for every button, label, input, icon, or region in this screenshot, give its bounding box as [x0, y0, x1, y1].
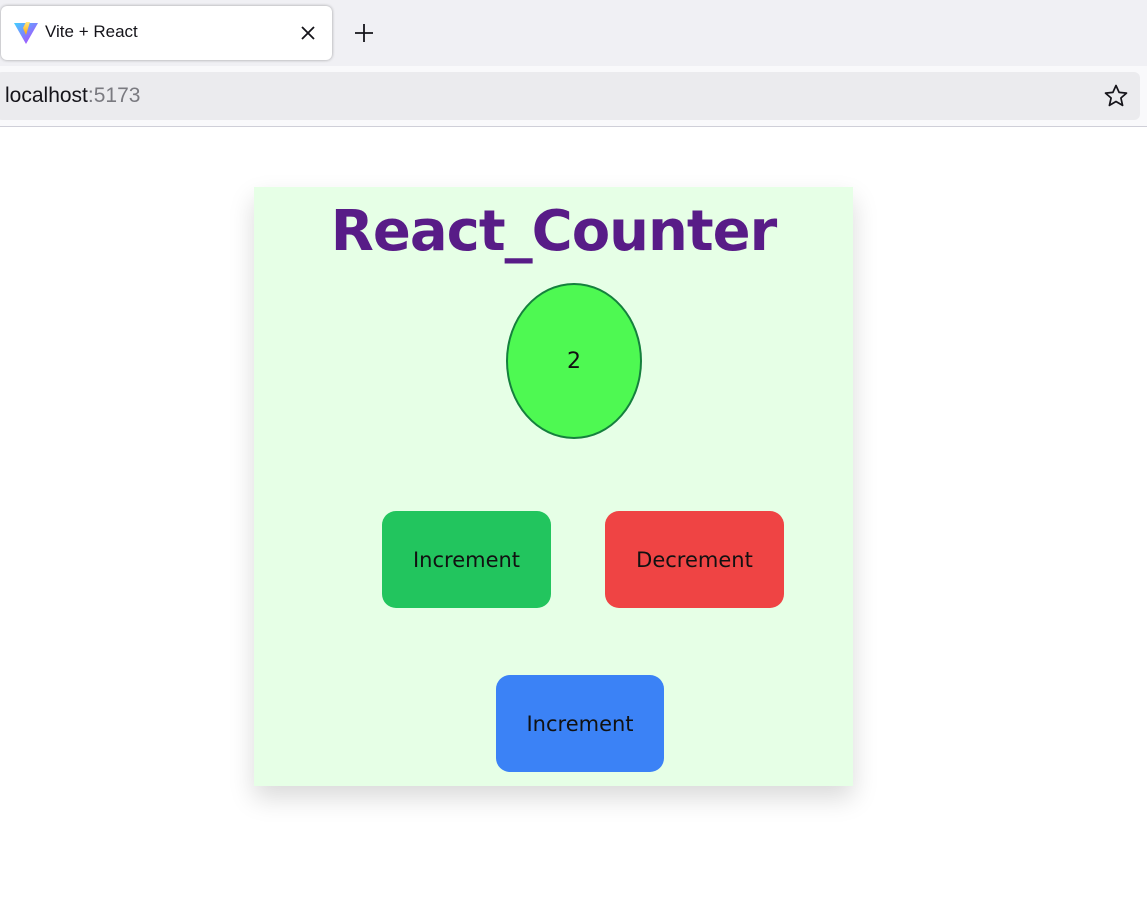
url-host: localhost [5, 84, 88, 107]
increment-button[interactable]: Increment [382, 511, 551, 608]
url-text[interactable]: localhost:5173 [5, 84, 140, 108]
decrement-button[interactable]: Decrement [605, 511, 784, 608]
page-title: React_Counter [330, 199, 778, 264]
bookmark-star-icon[interactable] [1103, 83, 1129, 109]
counter-display: 2 [506, 283, 642, 439]
navigation-bar: localhost:5173 [0, 66, 1147, 127]
increment-blue-button[interactable]: Increment [496, 675, 664, 772]
tab-strip: Vite + React [0, 0, 1147, 66]
browser-tab[interactable]: Vite + React [1, 6, 332, 60]
tab-title: Vite + React [45, 22, 138, 41]
page-viewport: React_Counter 2 Increment Decrement Incr… [0, 127, 1147, 899]
counter-card: React_Counter 2 Increment Decrement Incr… [254, 187, 853, 786]
vite-logo-icon [14, 22, 38, 44]
address-bar[interactable]: localhost:5173 [0, 72, 1140, 120]
url-port: :5173 [87, 84, 141, 107]
close-icon[interactable] [297, 22, 319, 44]
plus-icon[interactable] [351, 20, 377, 46]
